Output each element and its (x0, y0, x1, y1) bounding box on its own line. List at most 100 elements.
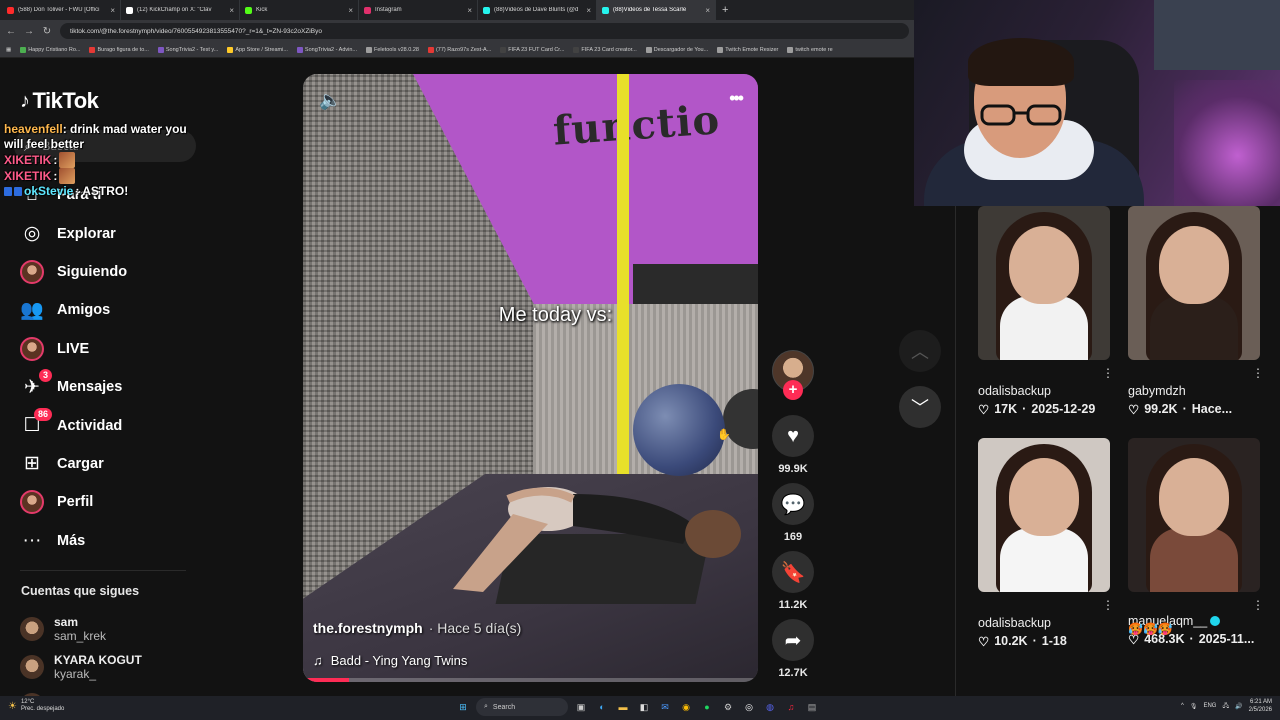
bookmark-item[interactable]: App Store / Streami... (227, 46, 288, 53)
nav-item-explorar[interactable]: ◎ Explorar (0, 214, 200, 252)
recommended-video-card[interactable]: ⋮ odalisbackup ♡ 10.2K · 1-18 (978, 438, 1114, 649)
nav-item-live[interactable]: LIVE (0, 330, 200, 368)
edge-icon[interactable]: ◐ (594, 699, 610, 715)
obs-icon[interactable]: ◎ (741, 699, 757, 715)
heart-outline-icon: ♡ (978, 403, 990, 417)
video-author[interactable]: the.forestnymph (313, 620, 423, 636)
discord-icon[interactable]: ◍ (762, 699, 778, 715)
close-tab-icon[interactable]: × (348, 6, 353, 15)
browser-tab[interactable]: (12) KickChamp on X: "Clav × (121, 0, 240, 20)
bookmark-item[interactable]: twitch emote re (787, 46, 833, 53)
app-icon[interactable]: ▤ (804, 699, 820, 715)
forward-icon[interactable]: → (24, 26, 34, 37)
tray-chevron-icon[interactable]: ^ (1181, 703, 1184, 709)
nav-item-amigos[interactable]: 👥 Amigos (0, 291, 200, 329)
nav-item-actividad[interactable]: ☐ 86 Actividad (0, 406, 200, 444)
taskbar-apps: ⊞ ⌕ Search ▣ ◐ ▬ ◧ ✉ ◉ ● ⚙ ◎ ◍ ♫ ▤ (455, 698, 820, 716)
following-account[interactable]: KYARA KOGUT kyarak_ (20, 648, 200, 686)
chat-username: XIKETIK (4, 152, 52, 167)
thumbnail-face (1159, 226, 1229, 304)
clock-time: 6:21 AM (1249, 699, 1272, 705)
video-thumbnail[interactable] (1128, 206, 1260, 360)
more-options-icon[interactable]: ••• (729, 88, 744, 109)
chrome-icon[interactable]: ◉ (678, 699, 694, 715)
new-tab-button[interactable]: + (716, 4, 734, 16)
close-tab-icon[interactable]: × (586, 6, 591, 15)
nav-item-perfil[interactable]: Perfil (0, 483, 200, 521)
previous-video-button[interactable]: ︿ (899, 330, 941, 372)
language-indicator[interactable]: ENG (1203, 703, 1216, 709)
reload-icon[interactable]: ↻ (42, 26, 52, 37)
save-button[interactable]: 🔖 (772, 551, 814, 593)
share-button[interactable]: ➦ (772, 619, 814, 661)
bookmark-item[interactable]: (77) Razo97s Zest-A... (427, 46, 491, 53)
browser-tab[interactable]: Instagram × (359, 0, 478, 20)
nav-item-mensajes[interactable]: ✈ 3 Mensajes (0, 368, 200, 406)
nav-item-cargar[interactable]: ⊞ Cargar (0, 445, 200, 483)
bookmark-favicon-icon (366, 46, 372, 53)
mail-icon[interactable]: ✉ (657, 699, 673, 715)
browser-tab[interactable]: Kick × (240, 0, 359, 20)
close-tab-icon[interactable]: × (229, 6, 234, 15)
bookmark-item[interactable]: Descargador de You... (645, 46, 708, 53)
close-tab-icon[interactable]: × (467, 6, 472, 15)
video-player[interactable]: functio Me today vs: 🔈 ••• the.forestnym… (303, 74, 758, 682)
weather-widget[interactable]: ☀ 12°C Prec. despejado (8, 699, 64, 713)
spotify-icon[interactable]: ● (699, 699, 715, 715)
tiktok-logo[interactable]: ♪ TikTok (20, 88, 99, 114)
comment-button[interactable]: 💬 (772, 483, 814, 525)
browser-tab[interactable]: (88)Videos de Dave Blunts (@d × (478, 0, 597, 20)
tab-title: (588) Don Toliver - FWU [Offici (18, 7, 100, 13)
video-thumbnail[interactable] (1128, 438, 1260, 592)
more-icon: ··· (22, 529, 42, 551)
card-author[interactable]: odalisbackup (978, 616, 1051, 630)
more-options-icon[interactable]: ⋮ (1252, 598, 1264, 612)
volume-tray-icon[interactable]: 🔊 (1235, 703, 1242, 710)
thumbnail-face (1009, 226, 1079, 304)
music-app-icon[interactable]: ♫ (783, 699, 799, 715)
task-view-icon[interactable]: ▣ (573, 699, 589, 715)
bookmark-item[interactable]: Feletools v28.0.28 (366, 46, 419, 53)
follow-plus-icon[interactable]: + (783, 380, 803, 400)
url-field[interactable]: tiktok.com/@the.forestnymph/video/760055… (60, 23, 909, 39)
more-options-icon[interactable]: ⋮ (1102, 598, 1114, 612)
more-options-icon[interactable]: ⋮ (1102, 366, 1114, 380)
video-music[interactable]: ♫ Badd - Ying Yang Twins (313, 653, 467, 668)
video-thumbnail[interactable] (978, 438, 1110, 592)
nav-item-m-s[interactable]: ··· Más (0, 522, 200, 560)
network-icon[interactable]: 🖧 (1222, 701, 1229, 711)
video-progress-bar[interactable] (303, 678, 758, 682)
nav-item-siguiendo[interactable]: Siguiendo (0, 253, 200, 291)
recommended-video-card[interactable]: ⋮ odalisbackup ♡ 17K · 2025-12-29 (978, 206, 1114, 417)
settings-icon[interactable]: ⚙ (720, 699, 736, 715)
following-account[interactable]: sam sam_krek (20, 610, 200, 648)
back-icon[interactable]: ← (6, 26, 16, 37)
windows-start-icon[interactable]: ⊞ (455, 699, 471, 715)
apps-grid-icon[interactable]: ▦ (6, 47, 11, 53)
clock[interactable]: 6:21 AM 2/5/2026 (1249, 698, 1272, 714)
bookmark-item[interactable]: SongTrivia2 - Test y... (157, 46, 218, 53)
like-button[interactable]: ♥ (772, 415, 814, 457)
next-video-button[interactable]: ﹀ (899, 386, 941, 428)
browser-tab[interactable]: (88)Videos de Tessa Scarle × (597, 0, 716, 20)
card-author[interactable]: gabymdzh (1128, 384, 1186, 398)
recommended-video-card[interactable]: ⋮ gabymdzh ♡ 99.2K · Hace... (1128, 206, 1264, 417)
bookmark-item[interactable]: FIFA 23 Card creator... (573, 46, 637, 53)
browser-tab[interactable]: (588) Don Toliver - FWU [Offici × (2, 0, 121, 20)
card-author[interactable]: odalisbackup (978, 384, 1051, 398)
recommended-video-card[interactable]: ⋮ 🥵🥵🥵 manuelaqm__ ♡ 468.3K · 2025-11... (1128, 438, 1264, 647)
bookmark-item[interactable]: Happy Cristiano Ro... (20, 46, 80, 53)
video-thumbnail[interactable] (978, 206, 1110, 360)
volume-icon[interactable]: 🔈 (319, 90, 341, 111)
bookmark-item[interactable]: SongTrivia2 - Advin... (296, 46, 357, 53)
close-tab-icon[interactable]: × (110, 6, 115, 15)
more-options-icon[interactable]: ⋮ (1252, 366, 1264, 380)
bookmark-item[interactable]: Burago figura de to... (89, 46, 149, 53)
store-icon[interactable]: ◧ (636, 699, 652, 715)
taskbar-search[interactable]: ⌕ Search (476, 698, 568, 716)
bookmark-item[interactable]: Twitch Emote Resizer (717, 46, 778, 53)
close-tab-icon[interactable]: × (705, 6, 710, 15)
file-explorer-icon[interactable]: ▬ (615, 699, 631, 715)
bookmark-item[interactable]: FIFA 23 FUT Card Cr... (500, 46, 564, 53)
mic-icon[interactable]: 🎙 (1190, 703, 1198, 710)
